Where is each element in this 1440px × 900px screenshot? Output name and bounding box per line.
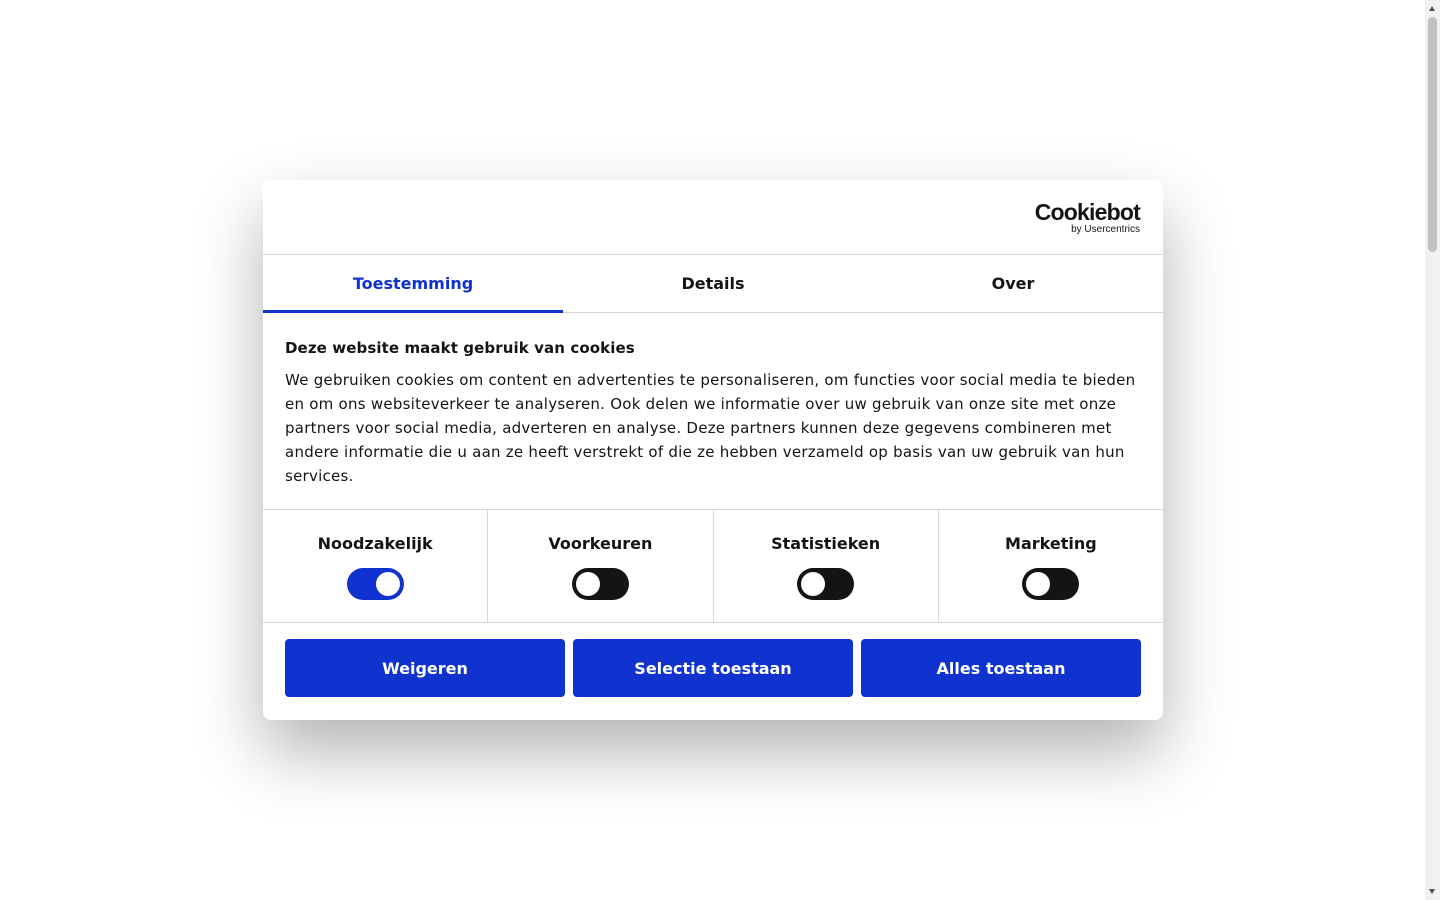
category-label: Voorkeuren	[548, 534, 653, 553]
tab-details[interactable]: Details	[563, 255, 863, 312]
category-statistieken: Statistieken	[714, 510, 939, 622]
brand-tagline: by Usercentrics	[1071, 224, 1140, 235]
allow-all-button[interactable]: Alles toestaan	[861, 639, 1141, 697]
category-noodzakelijk: Noodzakelijk	[263, 510, 489, 622]
toggle-knob	[1026, 572, 1051, 596]
toggle-knob	[801, 572, 826, 596]
noodzakelijk-toggle[interactable]	[346, 568, 404, 600]
decline-button[interactable]: Weigeren	[285, 639, 565, 697]
scroll-down-icon[interactable]	[1425, 883, 1440, 900]
consent-body: Deze website maakt gebruik van cookies W…	[263, 313, 1163, 510]
allow-selection-button[interactable]: Selectie toestaan	[573, 639, 853, 697]
category-label: Statistieken	[771, 534, 881, 553]
toggle-knob	[575, 572, 600, 596]
marketing-toggle[interactable]	[1022, 568, 1080, 600]
tab-toestemming[interactable]: Toestemming	[263, 255, 563, 313]
category-label: Noodzakelijk	[317, 534, 433, 553]
consent-text: We gebruiken cookies om content en adver…	[285, 371, 1136, 485]
consent-title: Deze website maakt gebruik van cookies	[285, 339, 635, 357]
cookie-consent-dialog: Cookiebot by Usercentrics Toestemming De…	[263, 180, 1163, 720]
voorkeuren-toggle[interactable]	[571, 568, 629, 600]
statistieken-toggle[interactable]	[797, 568, 855, 600]
category-toggles: Noodzakelijk Voorkeuren Statistieken Mar…	[263, 510, 1163, 623]
category-label: Marketing	[1005, 534, 1097, 553]
tab-over[interactable]: Over	[863, 255, 1163, 312]
category-marketing: Marketing	[939, 510, 1163, 622]
toggle-knob	[375, 572, 400, 596]
consent-actions: Weigeren Selectie toestaan Alles toestaa…	[263, 623, 1163, 697]
category-voorkeuren: Voorkeuren	[488, 510, 714, 622]
tab-bar: Toestemming Details Over	[263, 255, 1163, 313]
dialog-header: Cookiebot by Usercentrics	[263, 180, 1163, 255]
scroll-up-icon[interactable]	[1425, 0, 1440, 17]
scroll-thumb[interactable]	[1428, 17, 1437, 252]
brand-name: Cookiebot	[1034, 199, 1141, 225]
cookiebot-logo: Cookiebot by Usercentrics	[1034, 199, 1141, 235]
page-scrollbar[interactable]	[1425, 0, 1440, 900]
